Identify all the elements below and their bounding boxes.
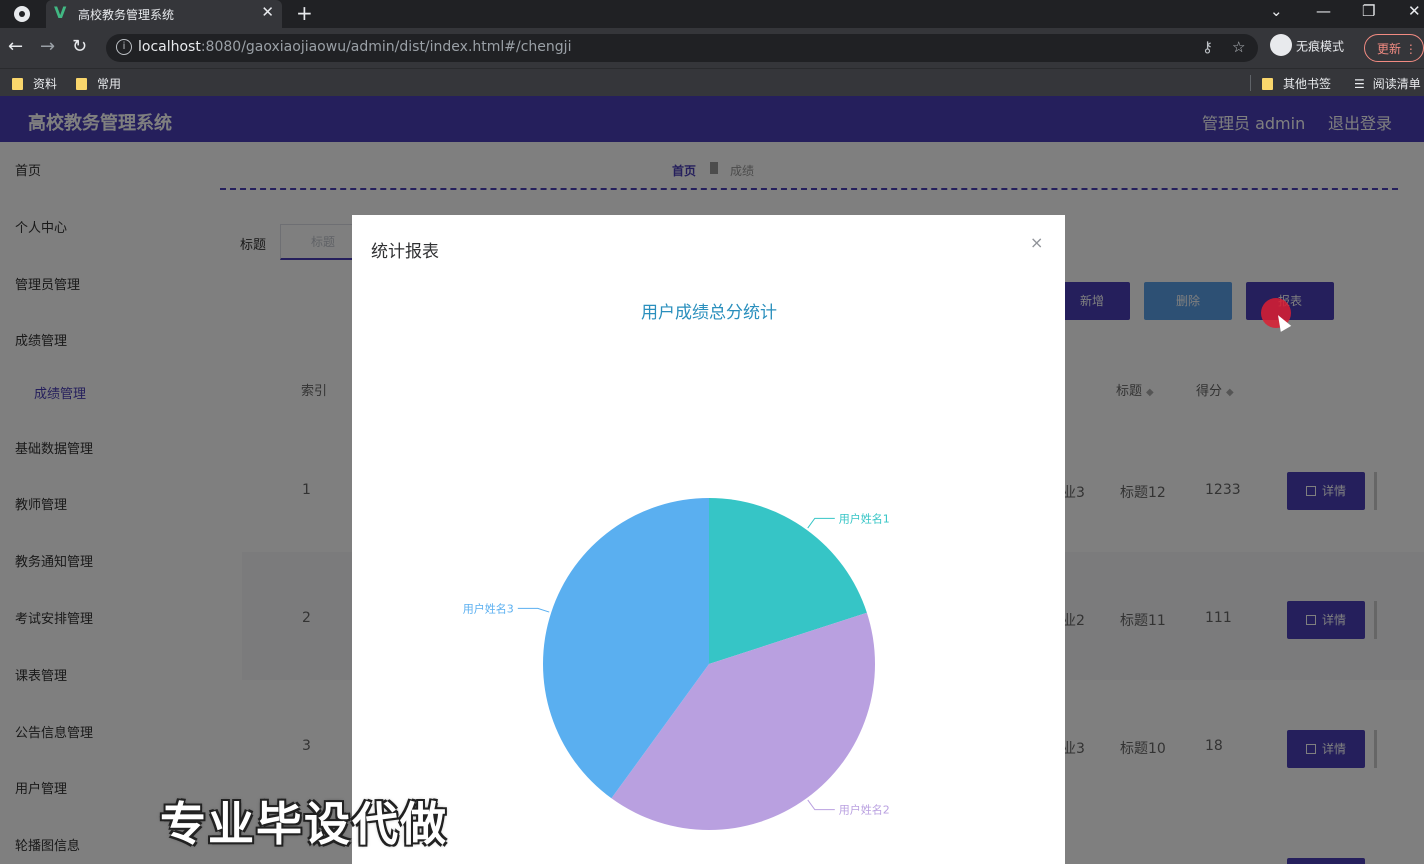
window-close-icon[interactable]: ✕ [1408, 2, 1421, 20]
new-tab-icon[interactable]: + [296, 1, 313, 25]
slice-label: 用户姓名3 [463, 601, 514, 615]
url-text: localhost:8080/gaoxiaojiaowu/admin/dist/… [138, 39, 572, 55]
watermark-text: 专业毕设代做 [160, 797, 448, 851]
reading-list-icon: ☰ [1354, 77, 1365, 91]
incognito-indicator[interactable]: 无痕模式 [1270, 34, 1344, 58]
reading-list[interactable]: ☰ 阅读清单 [1354, 75, 1421, 92]
incognito-icon [1270, 34, 1292, 56]
back-icon[interactable]: ← [8, 36, 23, 57]
bookmark-folder-changyong[interactable]: 常用 [76, 75, 121, 92]
slice-label: 用户姓名2 [839, 803, 890, 817]
browser-logo-icon[interactable] [14, 6, 30, 22]
reload-icon[interactable]: ↻ [72, 36, 87, 57]
forward-icon[interactable]: → [40, 36, 55, 57]
bookmark-other[interactable]: 其他书签 [1262, 75, 1331, 92]
slice-label-line [807, 517, 835, 529]
tab-title: 高校教务管理系统 [78, 8, 175, 22]
browser-tab[interactable]: V 高校教务管理系统 ✕ [46, 0, 282, 28]
minimize-icon[interactable]: — [1316, 2, 1331, 20]
browser-toolbar: ← → ↻ i localhost:8080/gaoxiaojiaowu/adm… [0, 28, 1424, 68]
key-icon[interactable]: ⚷ [1202, 38, 1213, 56]
bookmark-separator [1250, 75, 1251, 91]
bookmarks-bar: 资料 常用 其他书签 ☰ 阅读清单 [0, 68, 1424, 96]
tab-search-icon[interactable]: ⌄ [1270, 2, 1283, 20]
slice-label-line [807, 799, 835, 811]
folder-icon [76, 78, 87, 90]
slice-label: 用户姓名1 [839, 511, 890, 525]
tab-close-icon[interactable]: ✕ [261, 3, 274, 21]
pie-chart: 用户成绩总分统计用户姓名1 用户姓名2 用户姓名3 [463, 303, 890, 830]
slice-label-line [517, 607, 550, 613]
chart-title: 用户成绩总分统计 [641, 303, 777, 323]
folder-icon [12, 78, 23, 90]
address-bar[interactable]: i localhost:8080/gaoxiaojiaowu/admin/dis… [106, 34, 1258, 62]
vue-favicon-icon: V [54, 3, 67, 22]
bookmark-star-icon[interactable]: ☆ [1232, 38, 1245, 56]
report-dialog: 统计报表 × 用户成绩总分统计 用户姓名1 用户姓名2 用户姓名3 [352, 215, 1065, 864]
browser-tabbar: V 高校教务管理系统 ✕ + ⌄ — ❐ ✕ [0, 0, 1424, 28]
folder-icon [1262, 78, 1273, 90]
site-info-icon[interactable]: i [116, 39, 132, 55]
restore-icon[interactable]: ❐ [1362, 2, 1375, 20]
update-button[interactable]: 更新 ⋮ [1364, 34, 1424, 62]
bookmark-folder-ziliao[interactable]: 资料 [12, 75, 57, 92]
